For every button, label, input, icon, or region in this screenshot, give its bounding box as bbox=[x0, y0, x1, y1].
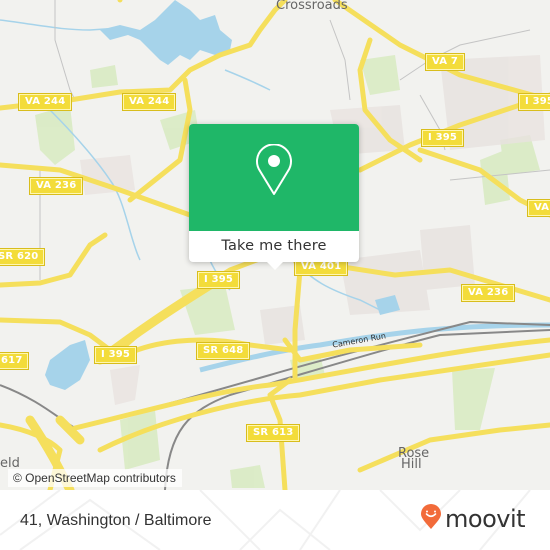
road-shield-sr617: 617 bbox=[0, 353, 29, 369]
road-shield-va236: VA 236 bbox=[30, 178, 83, 194]
footer-bar: 41, Washington / Baltimore moovit bbox=[0, 490, 550, 550]
moovit-pin-icon bbox=[420, 504, 442, 534]
road-shield-va244: VA 244 bbox=[123, 94, 176, 110]
moovit-logo[interactable]: moovit bbox=[420, 504, 526, 534]
road-shield-sr620: SR 620 bbox=[0, 249, 45, 265]
road-shield-sr648: SR 648 bbox=[197, 343, 250, 359]
road-shield-va244: VA 244 bbox=[19, 94, 72, 110]
popup-tail bbox=[267, 262, 283, 270]
road-shield-sr613: SR 613 bbox=[247, 425, 300, 441]
place-label-crossroads: Crossroads bbox=[276, 0, 348, 13]
map-attribution[interactable]: © OpenStreetMap contributors bbox=[8, 469, 182, 487]
road-shield-va: VA bbox=[528, 200, 550, 216]
destination-popup: Take me there bbox=[189, 124, 359, 270]
take-me-there-button[interactable]: Take me there bbox=[189, 231, 359, 262]
road-shield-va236: VA 236 bbox=[462, 285, 515, 301]
location-title: 41, Washington / Baltimore bbox=[20, 512, 212, 529]
road-shield-i395: I 395 bbox=[95, 347, 137, 363]
map-view[interactable]: Crossroads Rose Hill eld Cameron Run VA … bbox=[0, 0, 550, 490]
place-label-hill: Hill bbox=[401, 457, 422, 472]
road-shield-va7: VA 7 bbox=[426, 54, 465, 70]
road-shield-i395: I 395 bbox=[519, 94, 550, 110]
popup-header bbox=[189, 124, 359, 231]
moovit-wordmark: moovit bbox=[445, 505, 526, 533]
road-shield-i395: I 395 bbox=[422, 130, 464, 146]
road-shield-i395: I 395 bbox=[198, 272, 240, 288]
